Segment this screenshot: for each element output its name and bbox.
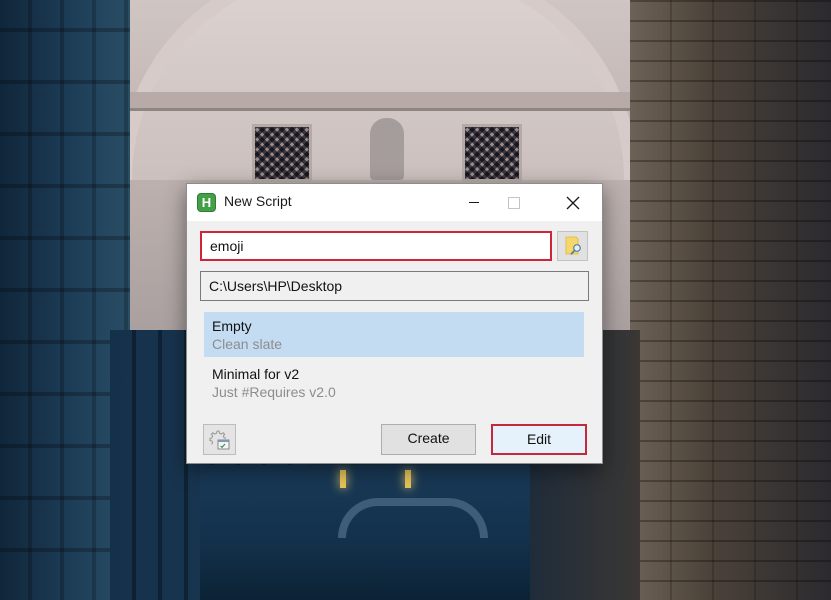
wallpaper-window (462, 124, 522, 182)
dialog-title: New Script (224, 193, 292, 209)
template-item-minimal-v2[interactable]: Minimal for v2 Just #Requires v2.0 (204, 360, 584, 405)
wallpaper-light (340, 470, 346, 488)
template-item-empty[interactable]: Empty Clean slate (204, 312, 584, 357)
save-path-field[interactable]: C:\Users\HP\Desktop (200, 271, 589, 301)
new-script-dialog: H New Script C:\Users\HP\Desktop Empty C… (186, 183, 603, 464)
browse-folder-button[interactable] (557, 231, 588, 261)
wallpaper-window (252, 124, 312, 182)
wallpaper-statue (370, 118, 404, 180)
template-list: Empty Clean slate Minimal for v2 Just #R… (204, 312, 584, 408)
edit-button[interactable]: Edit (491, 424, 587, 455)
title-bar[interactable]: H New Script (187, 184, 602, 221)
template-description: Clean slate (212, 336, 283, 352)
app-logo-icon: H (197, 193, 216, 212)
script-name-input[interactable] (200, 231, 552, 261)
template-settings-button[interactable] (203, 424, 236, 455)
template-name: Minimal for v2 (212, 366, 300, 382)
wallpaper-cornice (105, 92, 655, 108)
maximize-icon (508, 196, 520, 209)
wallpaper-small-bridge (338, 498, 488, 538)
folder-search-icon (565, 236, 581, 255)
minimize-icon (469, 202, 479, 203)
template-description: Just #Requires v2.0 (212, 384, 336, 400)
settings-gear-window-icon (208, 429, 229, 449)
template-name: Empty (212, 318, 252, 334)
maximize-button[interactable] (491, 184, 537, 221)
close-icon (566, 196, 580, 209)
close-button[interactable] (550, 184, 596, 221)
wallpaper-light (405, 470, 411, 488)
wallpaper-right-building (630, 0, 831, 600)
create-button[interactable]: Create (381, 424, 476, 455)
